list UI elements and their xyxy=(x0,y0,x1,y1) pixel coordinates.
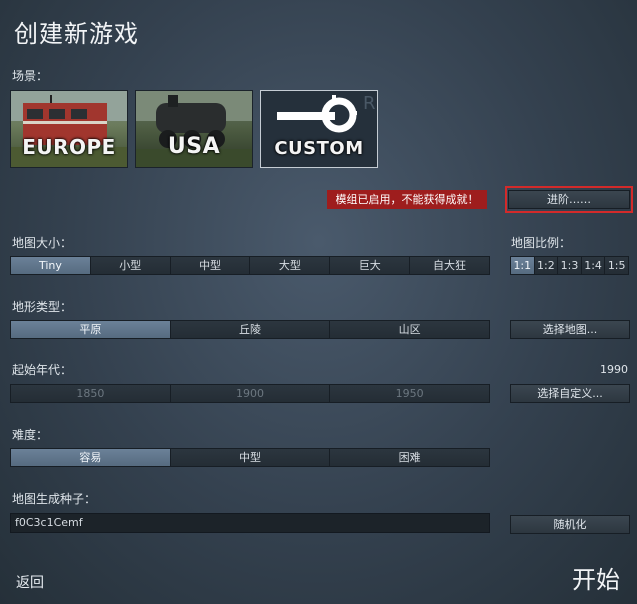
start-year-value: 1990 xyxy=(600,363,628,376)
map-size-label: 地图大小： xyxy=(12,236,73,250)
difficulty-selector: 容易 中型 困难 xyxy=(10,448,490,467)
map-size-huge[interactable]: 巨大 xyxy=(330,257,411,274)
randomize-button[interactable]: 随机化 xyxy=(510,515,630,534)
scenario-europe-text: EUROPE xyxy=(22,135,116,159)
map-size-large[interactable]: 大型 xyxy=(250,257,331,274)
scenario-custom-text: CUSTOM xyxy=(274,138,364,159)
scenario-europe[interactable]: EUROPE xyxy=(10,90,128,168)
mod-warning: 模组已启用，不能获得成就！ xyxy=(327,190,487,209)
terrain-hills[interactable]: 丘陵 xyxy=(170,321,331,338)
back-button[interactable]: 返回 xyxy=(16,572,44,592)
terrain-mountains[interactable]: 山区 xyxy=(330,321,490,338)
select-custom-button[interactable]: 选择自定义... xyxy=(510,384,630,403)
seed-label: 地图生成种子： xyxy=(12,492,97,506)
scenario-usa[interactable]: USA xyxy=(135,90,253,168)
start-year-1850[interactable]: 1850 xyxy=(11,385,171,402)
difficulty-hard[interactable]: 困难 xyxy=(330,449,490,466)
map-ratio-1-4[interactable]: 1:4 xyxy=(581,257,606,274)
difficulty-label: 难度： xyxy=(12,428,49,442)
scenario-custom[interactable]: R CUSTOM xyxy=(260,90,378,168)
map-size-megalomaniac[interactable]: 自大狂 xyxy=(410,257,489,274)
map-size-selector: Tiny 小型 中型 大型 巨大 自大狂 xyxy=(10,256,490,275)
start-year-label: 起始年代： xyxy=(12,363,73,377)
terrain-plains[interactable]: 平原 xyxy=(11,321,171,338)
map-size-medium[interactable]: 中型 xyxy=(170,257,251,274)
map-ratio-1-3[interactable]: 1:3 xyxy=(558,257,582,274)
select-map-button[interactable]: 选择地图... xyxy=(510,320,630,339)
advanced-button[interactable]: 进阶…… xyxy=(508,190,630,209)
seed-input[interactable]: f0C3c1Cemf xyxy=(10,513,490,533)
scenario-usa-text: USA xyxy=(167,134,221,159)
svg-text:R: R xyxy=(363,93,376,114)
start-year-1900[interactable]: 1900 xyxy=(170,385,331,402)
difficulty-medium[interactable]: 中型 xyxy=(170,449,331,466)
map-ratio-1-2[interactable]: 1:2 xyxy=(534,257,559,274)
start-year-1950[interactable]: 1950 xyxy=(330,385,490,402)
start-button[interactable]: 开始 xyxy=(572,560,620,595)
map-ratio-label: 地图比例： xyxy=(511,236,572,250)
page-title: 创建新游戏 xyxy=(14,20,139,48)
map-ratio-1-1[interactable]: 1:1 xyxy=(511,257,535,274)
map-size-small[interactable]: 小型 xyxy=(90,257,171,274)
map-ratio-1-5[interactable]: 1:5 xyxy=(605,257,628,274)
terrain-selector: 平原 丘陵 山区 xyxy=(10,320,490,339)
map-size-tiny[interactable]: Tiny xyxy=(11,257,91,274)
scenario-label: 场景： xyxy=(12,69,49,83)
terrain-label: 地形类型： xyxy=(12,300,73,314)
start-year-selector: 1850 1900 1950 xyxy=(10,384,490,403)
difficulty-easy[interactable]: 容易 xyxy=(11,449,171,466)
map-ratio-selector: 1:1 1:2 1:3 1:4 1:5 xyxy=(510,256,629,275)
